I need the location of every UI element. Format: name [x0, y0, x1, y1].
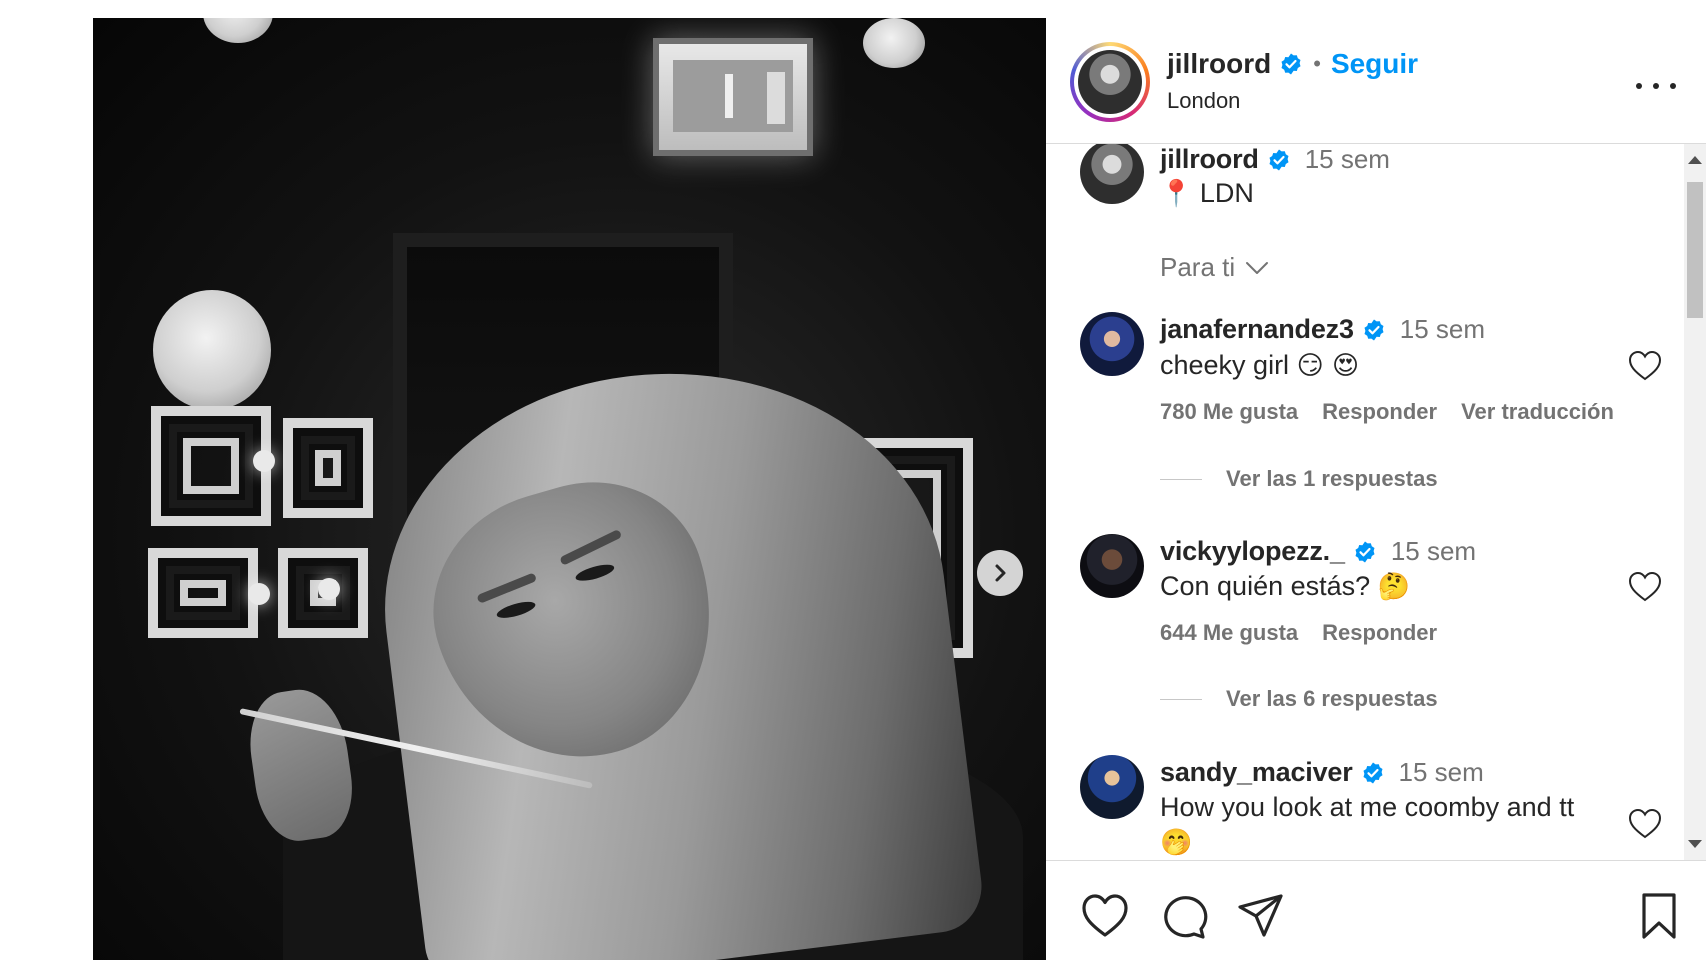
comments-feed: jillroord 15 sem 📍 LDN Para ti janaferna… [1046, 144, 1684, 860]
post-header: jillroord • Seguir London [1046, 18, 1706, 144]
heart-icon[interactable] [1080, 891, 1130, 941]
view-replies-label: Ver las 6 respuestas [1226, 686, 1438, 711]
comment-body: How you look at me coomby and tt [1160, 792, 1575, 822]
comment-time[interactable]: 15 sem [1399, 757, 1484, 788]
reply-button[interactable]: Responder [1322, 399, 1437, 425]
comment-avatar[interactable] [1080, 534, 1144, 598]
photo-wall-pattern [151, 406, 271, 526]
verified-badge-icon [1364, 319, 1384, 340]
photo-ceiling-lamp [863, 18, 925, 68]
paper-plane-icon[interactable] [1236, 891, 1286, 941]
more-options-button[interactable] [1636, 76, 1676, 96]
comment-text: How you look at me coomby and tt [1160, 792, 1574, 823]
photo-ceiling-lamp [203, 18, 273, 43]
comment-username[interactable]: vickyylopezz._ [1160, 536, 1345, 567]
photo-light [318, 578, 340, 600]
photo-wall-pattern [148, 548, 258, 638]
caption-body: LDN [1199, 178, 1254, 208]
reply-button[interactable]: Responder [1322, 620, 1437, 646]
see-translation-button[interactable]: Ver traducción [1461, 399, 1614, 425]
caption-text: 📍 LDN [1160, 178, 1254, 209]
caption-time[interactable]: 15 sem [1305, 144, 1390, 175]
photo-person-hand [243, 684, 359, 846]
comment-body: cheeky girl [1160, 350, 1290, 380]
post-photo [93, 18, 1046, 960]
like-comment-heart-icon[interactable] [1628, 808, 1662, 840]
comment-avatar[interactable] [1080, 312, 1144, 376]
comment-username[interactable]: sandy_maciver [1160, 757, 1353, 788]
more-options-icon [1636, 83, 1642, 89]
view-replies-button[interactable]: Ver las 1 respuestas [1160, 466, 1438, 492]
like-comment-heart-icon[interactable] [1628, 571, 1662, 603]
pin-icon: 📍 [1160, 179, 1193, 209]
view-replies-button[interactable]: Ver las 6 respuestas [1160, 686, 1438, 712]
bookmark-icon[interactable] [1634, 891, 1684, 941]
comment-text: cheeky girl 😏 😍 [1160, 350, 1359, 381]
comment-sort-dropdown[interactable]: Para ti [1160, 252, 1269, 283]
photo-light [248, 583, 270, 605]
comment-emojis: 🤔 [1377, 572, 1411, 602]
comment-time[interactable]: 15 sem [1391, 536, 1476, 567]
photo-exit-sign [653, 38, 813, 156]
verified-badge-icon [1269, 149, 1289, 170]
comment-time[interactable]: 15 sem [1400, 314, 1485, 345]
comment-avatar[interactable] [1080, 755, 1144, 819]
photo-wall-lamp [153, 290, 271, 410]
scrollbar-thumb[interactable] [1687, 182, 1703, 318]
view-replies-label: Ver las 1 respuestas [1226, 466, 1438, 491]
photo-wall-pattern [283, 418, 373, 518]
scroll-up-arrow-icon[interactable] [1688, 156, 1702, 164]
post-side-panel: jillroord • Seguir London jillroord 15 s… [1046, 18, 1706, 960]
follow-button[interactable]: Seguir [1331, 48, 1418, 80]
author-username[interactable]: jillroord [1167, 48, 1271, 80]
comments-scrollbar[interactable] [1684, 144, 1706, 860]
chevron-down-icon [1246, 261, 1269, 274]
comment-username[interactable]: janafernandez3 [1160, 314, 1354, 345]
comment-like-count[interactable]: 644 Me gusta [1160, 620, 1298, 646]
verified-badge-icon [1281, 53, 1301, 75]
comment-emojis: 🤭 [1160, 828, 1193, 858]
caption-username[interactable]: jillroord [1160, 144, 1259, 175]
author-avatar[interactable] [1070, 42, 1150, 122]
chevron-right-icon [995, 564, 1006, 582]
photo-light [253, 450, 275, 472]
comment-text: Con quién estás? 🤔 [1160, 571, 1410, 602]
sort-label: Para ti [1160, 252, 1236, 282]
next-photo-button[interactable] [977, 550, 1023, 596]
comment-like-count[interactable]: 780 Me gusta [1160, 399, 1298, 425]
post-location[interactable]: London [1167, 88, 1240, 114]
scroll-down-arrow-icon[interactable] [1688, 840, 1702, 848]
post-action-bar [1046, 860, 1706, 960]
caption-author-avatar[interactable] [1080, 144, 1144, 204]
verified-badge-icon [1355, 541, 1375, 562]
comment-emojis: 😏 😍 [1296, 351, 1360, 381]
header-separator: • [1313, 51, 1321, 76]
comment-bubble-icon[interactable] [1158, 891, 1208, 941]
comment-body: Con quién estás? [1160, 571, 1371, 601]
verified-badge-icon [1363, 762, 1383, 783]
like-comment-heart-icon[interactable] [1628, 350, 1662, 382]
